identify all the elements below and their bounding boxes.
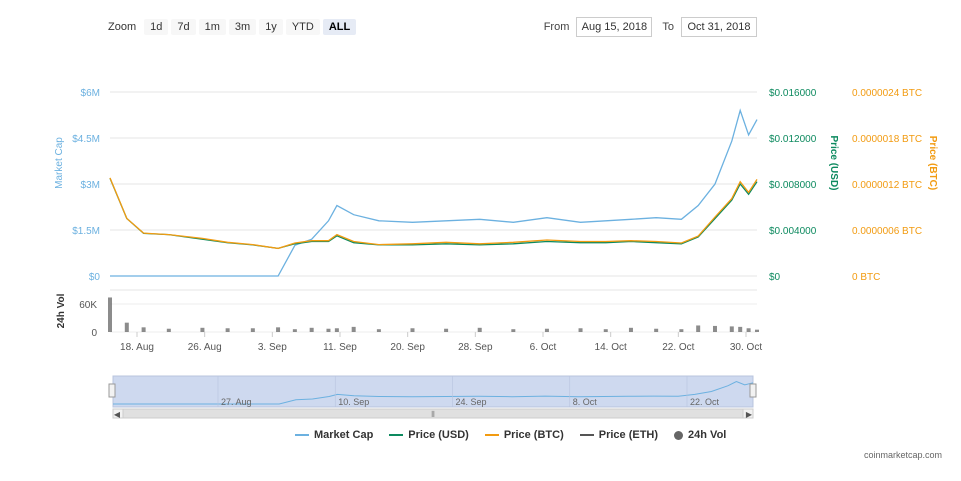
scroll-right-icon: ▶ — [746, 410, 753, 419]
volume-bar — [729, 326, 734, 332]
btc-tick-label: 0.0000006 BTC — [852, 226, 922, 237]
navigator-tick-label: 22. Oct — [690, 397, 720, 407]
usd-tick-label: $0.016000 — [769, 88, 817, 99]
market-cap-axis-title: Market Cap — [54, 137, 65, 189]
x-tick-label: 26. Aug — [188, 342, 222, 353]
x-tick-label: 3. Sep — [258, 342, 287, 353]
x-tick-label: 11. Sep — [323, 342, 357, 353]
market-cap-tick-label: $6M — [81, 88, 100, 99]
legend-label: 24h Vol — [688, 429, 727, 441]
market-cap-tick-label: $3M — [81, 180, 100, 191]
volume-bar — [276, 327, 281, 332]
volume-bar — [141, 327, 146, 332]
btc-tick-label: 0.0000024 BTC — [852, 88, 922, 99]
legend-item-volume[interactable]: 24h Vol — [674, 429, 726, 441]
x-tick-label: 6. Oct — [530, 342, 557, 353]
navigator-window — [112, 375, 754, 408]
volume-bar — [628, 327, 633, 332]
volume-bar — [746, 328, 751, 332]
volume-bar — [712, 325, 717, 332]
volume-bar — [166, 328, 171, 332]
x-tick-label: 14. Oct — [595, 342, 627, 353]
price-eth-line-icon — [579, 434, 594, 436]
legend-label: Market Cap — [314, 429, 374, 441]
legend: Market Cap Price (USD) Price (BTC) Price… — [295, 429, 742, 441]
volume-dot-icon — [674, 430, 684, 440]
legend-item-price-eth[interactable]: Price (ETH) — [579, 429, 659, 441]
volume-bar — [654, 328, 659, 332]
usd-tick-label: $0.012000 — [769, 134, 817, 145]
volume-bar — [200, 327, 205, 332]
btc-tick-label: 0.0000012 BTC — [852, 180, 922, 191]
legend-label: Price (BTC) — [503, 429, 564, 441]
usd-tick-label: $0.004000 — [769, 226, 817, 237]
price-btc-line-icon — [484, 434, 499, 436]
volume-bar — [511, 329, 516, 332]
navigator-tick-label: 24. Sep — [456, 397, 487, 407]
volume-bar — [444, 328, 449, 332]
volume-bar — [292, 329, 297, 332]
volume-bar — [376, 329, 381, 332]
navigator-tick-label: 8. Oct — [573, 397, 598, 407]
btc-axis-title: Price (BTC) — [927, 136, 938, 190]
volume-bar — [108, 297, 112, 332]
navigator-right-handle — [749, 383, 757, 398]
navigator-tick-label: 27. Aug — [221, 397, 252, 407]
market-cap-tick-label: $0 — [89, 272, 101, 283]
volume-bar — [334, 328, 339, 332]
volume-bar — [124, 322, 129, 332]
volume-bar — [696, 325, 701, 332]
x-tick-label: 28. Sep — [458, 342, 493, 353]
market-cap-tick-label: $4.5M — [72, 134, 100, 145]
series-line-market-cap — [110, 108, 758, 277]
volume-tick-label: 0 — [91, 328, 97, 339]
x-tick-label: 22. Oct — [662, 342, 694, 353]
volume-bar — [755, 329, 759, 332]
x-tick-label: 18. Aug — [120, 342, 154, 353]
volume-bar — [225, 328, 230, 332]
market-cap-tick-label: $1.5M — [72, 226, 100, 237]
volume-bar — [477, 327, 482, 332]
volume-bar — [603, 329, 608, 332]
legend-label: Price (USD) — [408, 429, 469, 441]
btc-tick-label: 0.0000018 BTC — [852, 134, 922, 145]
legend-item-price-usd[interactable]: Price (USD) — [389, 429, 469, 441]
navigator-left-handle — [108, 383, 116, 398]
x-tick-label: 30. Oct — [730, 342, 762, 353]
series-line-price-btc- — [109, 177, 758, 250]
volume-bar — [679, 329, 684, 332]
volume-axis-title: 24h Vol — [56, 293, 67, 328]
scrollbar-grip-icon: ⦀ — [431, 410, 435, 419]
market-cap-line-icon — [295, 434, 309, 436]
usd-tick-label: $0.008000 — [769, 180, 817, 191]
volume-bar — [578, 328, 583, 332]
volume-bar — [410, 328, 415, 332]
volume-bar — [250, 328, 255, 332]
usd-axis-title: Price (USD) — [828, 135, 839, 190]
source-credit[interactable]: coinmarketcap.com — [864, 450, 942, 460]
price-usd-line-icon — [389, 434, 404, 436]
volume-bar — [309, 327, 314, 332]
series-line-price-usd- — [109, 178, 758, 250]
legend-item-market-cap[interactable]: Market Cap — [295, 429, 373, 441]
scroll-left-icon: ◀ — [114, 410, 121, 419]
volume-bar — [738, 326, 743, 332]
x-tick-label: 20. Sep — [390, 342, 425, 353]
legend-item-price-btc[interactable]: Price (BTC) — [484, 429, 564, 441]
volume-bar — [544, 328, 549, 332]
volume-bar — [326, 328, 331, 332]
legend-label: Price (ETH) — [598, 429, 659, 441]
volume-bar — [351, 326, 356, 332]
usd-tick-label: $0 — [769, 272, 781, 283]
price-chart: $0 $1.5M $3M $4.5M $6M $0 $0.004000 $0.008000 $0… — [54, 88, 938, 419]
navigator-tick-label: 10. Sep — [338, 397, 369, 407]
btc-tick-label: 0 BTC — [852, 272, 880, 283]
volume-tick-label: 60K — [79, 300, 97, 311]
